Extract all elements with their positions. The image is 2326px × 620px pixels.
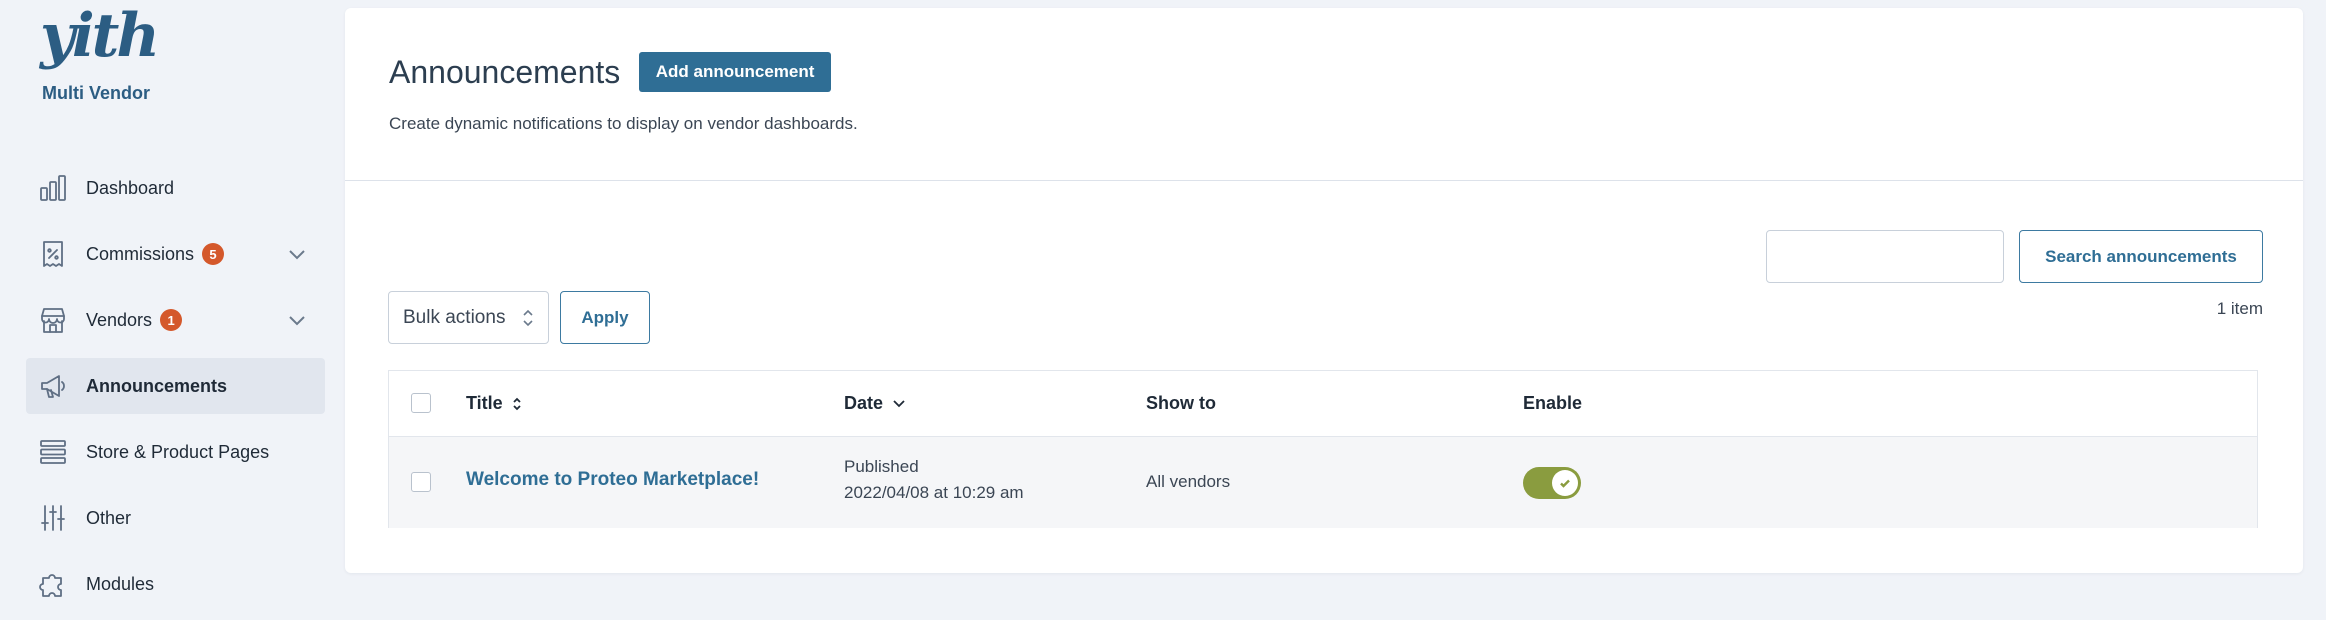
column-show-to: Show to	[1146, 393, 1216, 414]
page-title: Announcements	[389, 54, 621, 90]
enable-toggle[interactable]	[1523, 467, 1581, 499]
divider	[345, 180, 2303, 181]
select-arrows-icon	[522, 308, 534, 328]
chevron-down-icon[interactable]	[285, 308, 309, 332]
chevron-down-icon[interactable]	[285, 242, 309, 266]
sidebar-item-vendors[interactable]: Vendors 1	[26, 292, 325, 348]
check-icon	[1560, 479, 1570, 488]
sidebar-item-announcements[interactable]: Announcements	[26, 358, 325, 414]
page-header: Announcements Add announcement	[389, 52, 2303, 92]
column-title-label: Title	[466, 393, 503, 413]
sidebar-item-label: Dashboard	[86, 177, 175, 198]
bulk-actions-select[interactable]: Bulk actions	[388, 291, 549, 344]
column-date[interactable]: Date	[844, 393, 907, 414]
column-enable-label: Enable	[1523, 393, 1583, 413]
brand-subtitle: Multi Vendor	[42, 83, 150, 103]
column-date-label: Date	[844, 393, 884, 413]
sort-desc-icon	[893, 399, 905, 407]
add-announcement-button[interactable]: Add announcement	[638, 52, 832, 92]
table-row: Welcome to Proteo Marketplace! Published…	[389, 437, 2257, 528]
sidebar-item-other[interactable]: Other	[26, 490, 325, 546]
row-checkbox[interactable]	[411, 472, 431, 492]
main-panel: Announcements Add announcement Create dy…	[345, 8, 2303, 573]
page-description: Create dynamic notifications to display …	[389, 114, 858, 133]
show-to-value: All vendors	[1146, 472, 1231, 491]
sort-icon	[513, 397, 521, 410]
sidebar-item-dashboard[interactable]: Dashboard	[26, 160, 325, 216]
publish-date: 2022/04/08 at 10:29 am	[844, 483, 1024, 502]
select-all-checkbox[interactable]	[411, 393, 431, 413]
table-header: Title Date Show to Enable	[389, 371, 2257, 437]
publish-status: Published	[844, 457, 919, 476]
sidebar-item-commissions[interactable]: Commissions 5	[26, 226, 325, 282]
sidebar-item-label: Vendors	[86, 309, 153, 330]
announcement-title-link[interactable]: Welcome to Proteo Marketplace!	[466, 469, 759, 491]
yith-logo[interactable]: yith	[40, 1, 160, 71]
column-show-to-label: Show to	[1146, 393, 1216, 413]
apply-button[interactable]: Apply	[560, 291, 650, 344]
column-enable: Enable	[1523, 393, 1582, 414]
sidebar-item-label: Modules	[86, 573, 155, 594]
receipt-percent-icon	[38, 239, 68, 269]
sidebar-item-label: Store & Product Pages	[86, 441, 270, 462]
sidebar-nav: Dashboard Commissions 5 Vendors 1 Announ…	[26, 160, 325, 620]
sidebar-item-store-product-pages[interactable]: Store & Product Pages	[26, 424, 325, 480]
sidebar-item-label: Announcements	[86, 375, 228, 396]
column-title[interactable]: Title	[466, 393, 523, 414]
puzzle-icon	[38, 569, 68, 599]
layers-icon	[38, 437, 68, 467]
bulk-actions-value: Bulk actions	[403, 306, 506, 328]
sliders-icon	[38, 503, 68, 533]
sidebar: yith Multi Vendor Dashboard Commissions …	[0, 0, 345, 620]
commissions-count-badge: 5	[202, 243, 225, 265]
search-announcements-button[interactable]: Search announcements	[2019, 230, 2263, 283]
store-icon	[38, 305, 68, 335]
search-input[interactable]	[1766, 230, 2004, 283]
announcements-table: Title Date Show to Enable Welcome to Pro…	[388, 370, 2258, 528]
sidebar-item-label: Other	[86, 507, 132, 528]
sidebar-item-label: Commissions	[86, 243, 195, 264]
vendors-count-badge: 1	[160, 309, 183, 331]
toggle-knob	[1552, 470, 1578, 496]
megaphone-icon	[38, 371, 68, 401]
bar-chart-icon	[38, 173, 68, 203]
sidebar-item-modules[interactable]: Modules	[26, 556, 325, 612]
item-count: 1 item	[2216, 299, 2263, 318]
logo-text: yith	[40, 1, 160, 71]
